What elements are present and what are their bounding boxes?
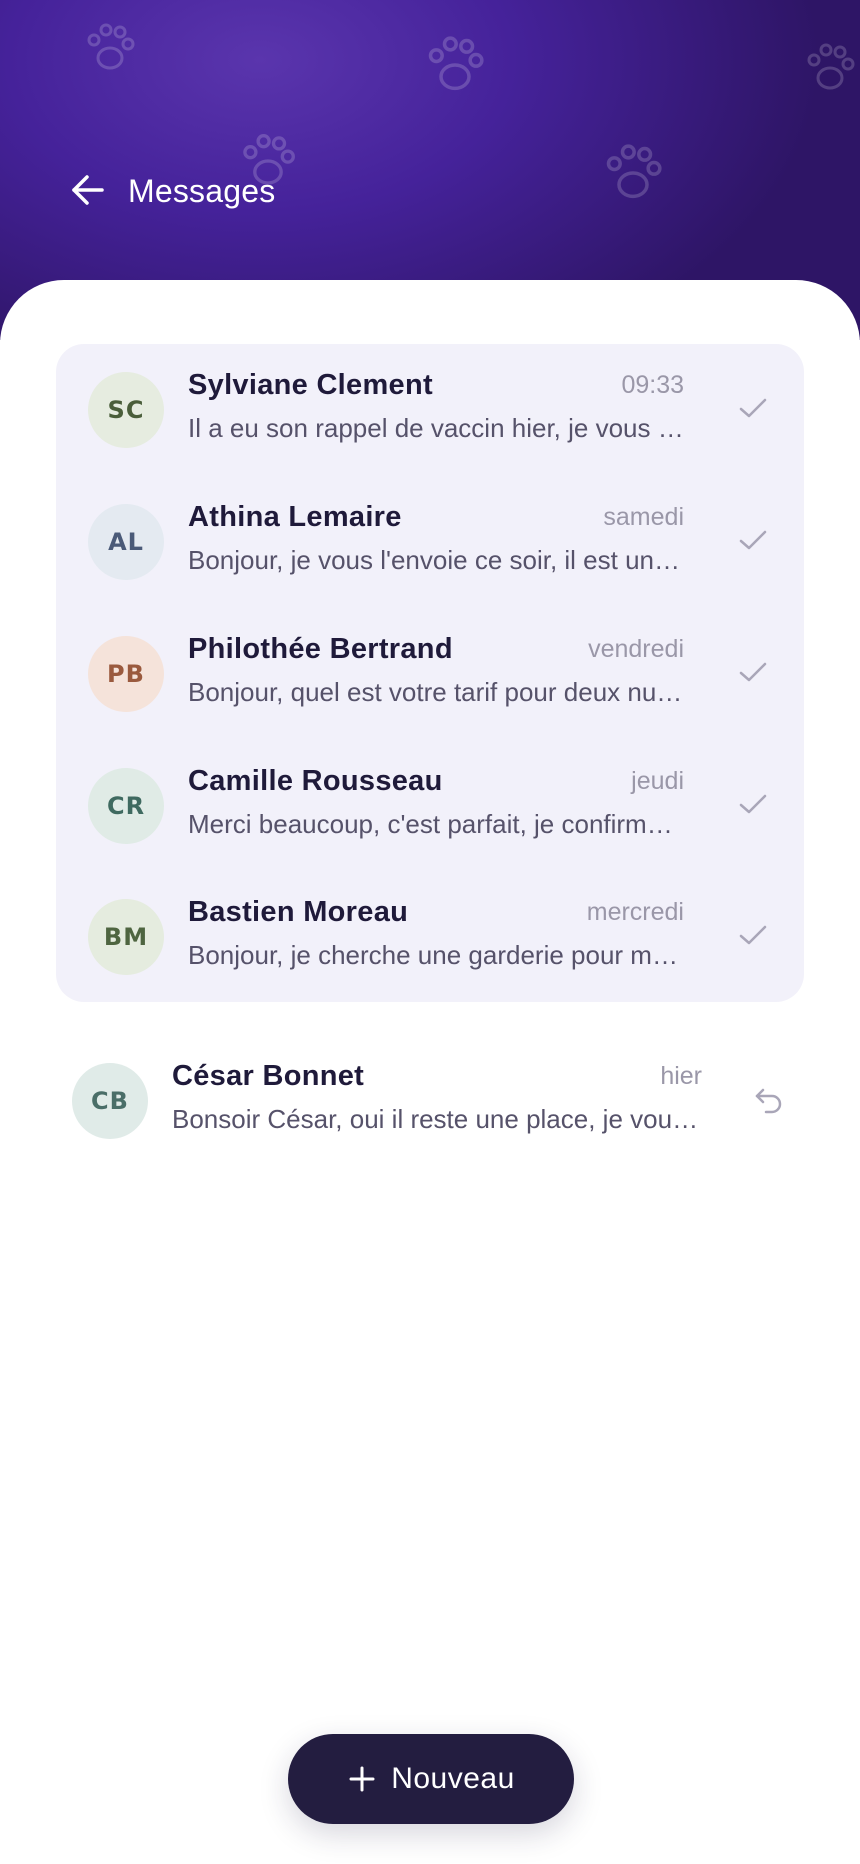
conversation-row[interactable]: CR Camille Rousseau jeudi Merci beaucoup… — [72, 749, 788, 859]
new-message-button[interactable]: Nouveau — [288, 1734, 574, 1824]
avatar: CR — [88, 768, 164, 844]
plus-icon — [349, 1766, 375, 1792]
conversation-row[interactable]: PB Philothée Bertrand vendredi Bonjour, … — [72, 617, 788, 727]
contact-name: Camille Rousseau — [188, 765, 443, 797]
contact-name: Athina Lemaire — [188, 501, 402, 533]
back-button[interactable] — [68, 170, 108, 210]
new-message-label: Nouveau — [391, 1762, 515, 1795]
check-icon — [739, 925, 767, 945]
message-time: hier — [660, 1062, 702, 1090]
reply-icon — [755, 1088, 782, 1114]
message-preview: Merci beaucoup, c'est parfait, je confir… — [188, 809, 684, 839]
conversation-row[interactable]: CB César Bonnet hier Bonsoir César, oui … — [56, 1044, 804, 1154]
paw-icon — [606, 144, 662, 199]
message-time: jeudi — [631, 767, 684, 795]
contact-name: Sylviane Clement — [188, 369, 433, 401]
message-time: 09:33 — [621, 371, 684, 399]
check-icon — [739, 662, 767, 682]
avatar: BM — [88, 899, 164, 975]
check-icon — [739, 398, 767, 418]
message-preview: Bonjour, je cherche une garderie pour mo… — [188, 940, 684, 970]
message-time: samedi — [603, 503, 684, 531]
paw-icon — [428, 36, 484, 91]
message-time: mercredi — [586, 898, 684, 926]
contact-name: César Bonnet — [172, 1060, 365, 1092]
page-title: Messages — [128, 173, 276, 209]
paw-icon — [87, 23, 135, 70]
avatar: CB — [72, 1063, 148, 1139]
paw-icon — [807, 43, 855, 90]
avatar: AL — [88, 504, 164, 580]
contact-name: Bastien Moreau — [188, 896, 409, 928]
message-preview: Bonsoir César, oui il reste une place, j… — [172, 1104, 702, 1134]
conversation-row[interactable]: BM Bastien Moreau mercredi Bonjour, je c… — [72, 880, 788, 990]
avatar: SC — [88, 372, 164, 448]
check-icon — [739, 530, 767, 550]
message-preview: Il a eu son rappel de vaccin hier, je vo… — [188, 413, 684, 443]
message-preview: Bonjour, je vous l'envoie ce soir, il es… — [188, 545, 684, 575]
conversation-row[interactable]: AL Athina Lemaire samedi Bonjour, je vou… — [72, 485, 788, 595]
message-time: vendredi — [588, 635, 684, 663]
avatar: PB — [88, 636, 164, 712]
message-preview: Bonjour, quel est votre tarif pour deux … — [188, 677, 684, 707]
conversation-row[interactable]: SC Sylviane Clement 09:33 Il a eu son ra… — [72, 353, 788, 463]
contact-name: Philothée Bertrand — [188, 633, 453, 665]
arrow-left-icon — [72, 175, 104, 205]
check-icon — [739, 794, 767, 814]
